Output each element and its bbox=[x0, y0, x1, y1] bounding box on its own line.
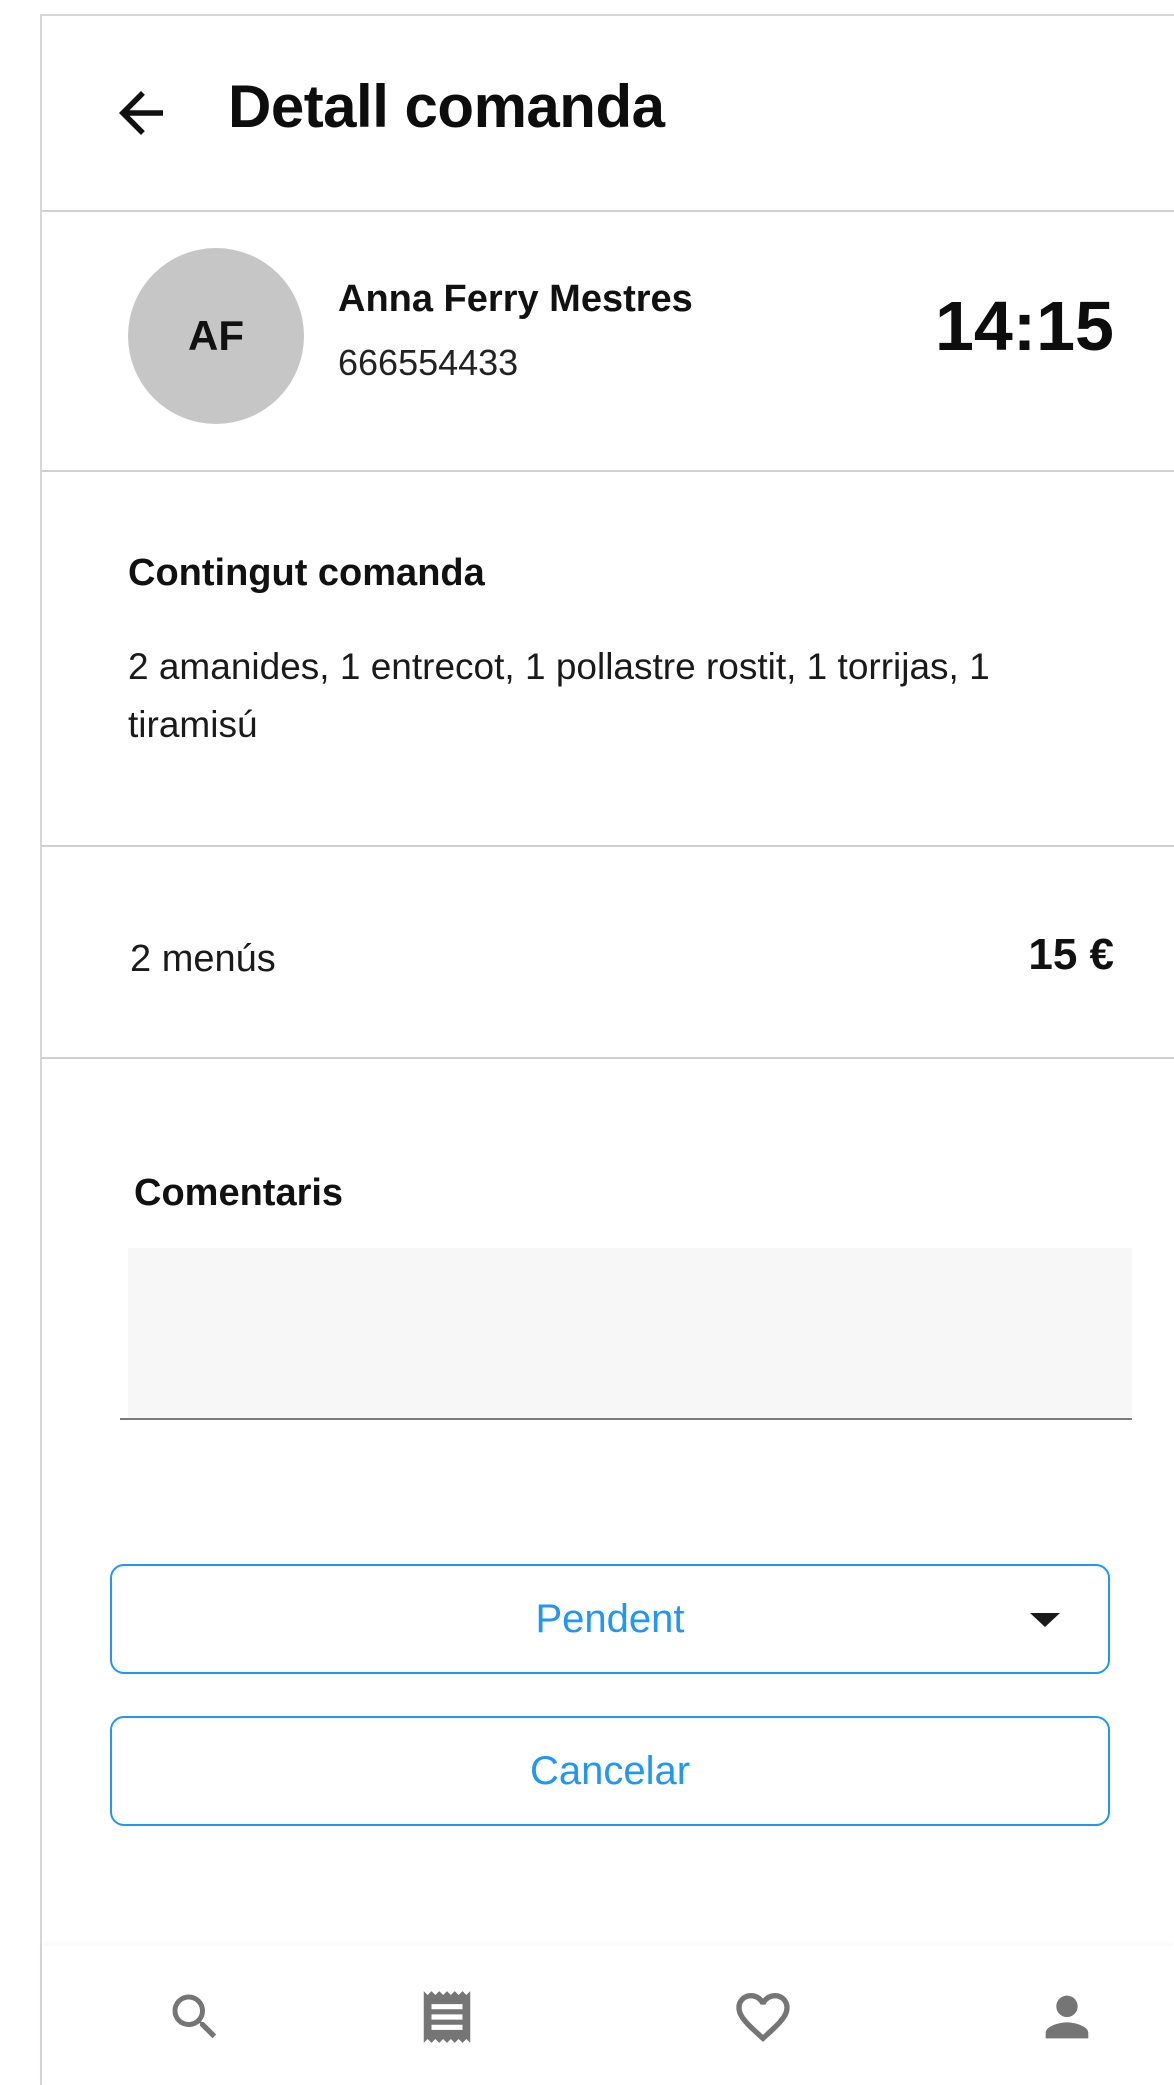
arrow-left-icon bbox=[119, 91, 163, 135]
nav-item-profile[interactable] bbox=[1032, 1982, 1102, 2052]
comments-underline bbox=[120, 1418, 1124, 1420]
cancel-button[interactable]: Cancelar bbox=[110, 1716, 1110, 1826]
bottom-nav bbox=[42, 1946, 1174, 2085]
contents-divider bbox=[42, 845, 1174, 847]
customer-name: Anna Ferry Mestres bbox=[338, 278, 693, 320]
comments-heading: Comentaris bbox=[134, 1172, 344, 1214]
nav-item-orders[interactable] bbox=[412, 1982, 482, 2052]
menus-count: 2 menús bbox=[130, 938, 276, 980]
back-button[interactable] bbox=[108, 80, 174, 146]
order-time: 14:15 bbox=[934, 287, 1114, 365]
heart-icon bbox=[736, 1993, 790, 2042]
status-selected-label: Pendent bbox=[535, 1596, 685, 1641]
price-divider bbox=[42, 1057, 1174, 1059]
avatar-initials: AF bbox=[188, 312, 244, 359]
avatar: AF bbox=[128, 248, 304, 424]
receipt-icon bbox=[423, 1991, 471, 2043]
order-price: 15 € bbox=[1028, 930, 1114, 979]
person-icon bbox=[1045, 1995, 1089, 2039]
customer-phone: 666554433 bbox=[338, 342, 519, 383]
comments-field[interactable] bbox=[128, 1248, 1132, 1420]
caret-down-icon bbox=[1030, 1613, 1060, 1627]
cancel-label: Cancelar bbox=[529, 1748, 691, 1793]
status-dropdown[interactable]: Pendent bbox=[110, 1564, 1110, 1674]
customer-divider bbox=[42, 470, 1174, 472]
search-icon bbox=[172, 1994, 217, 2039]
header-divider bbox=[42, 210, 1174, 212]
page-title: Detall comanda bbox=[228, 73, 665, 140]
contents-text: 2 amanides, 1 entrecot, 1 pollastre rost… bbox=[128, 646, 990, 745]
nav-item-search[interactable] bbox=[160, 1982, 230, 2052]
nav-item-favorites[interactable] bbox=[728, 1982, 798, 2052]
contents-heading: Contingut comanda bbox=[128, 552, 485, 594]
